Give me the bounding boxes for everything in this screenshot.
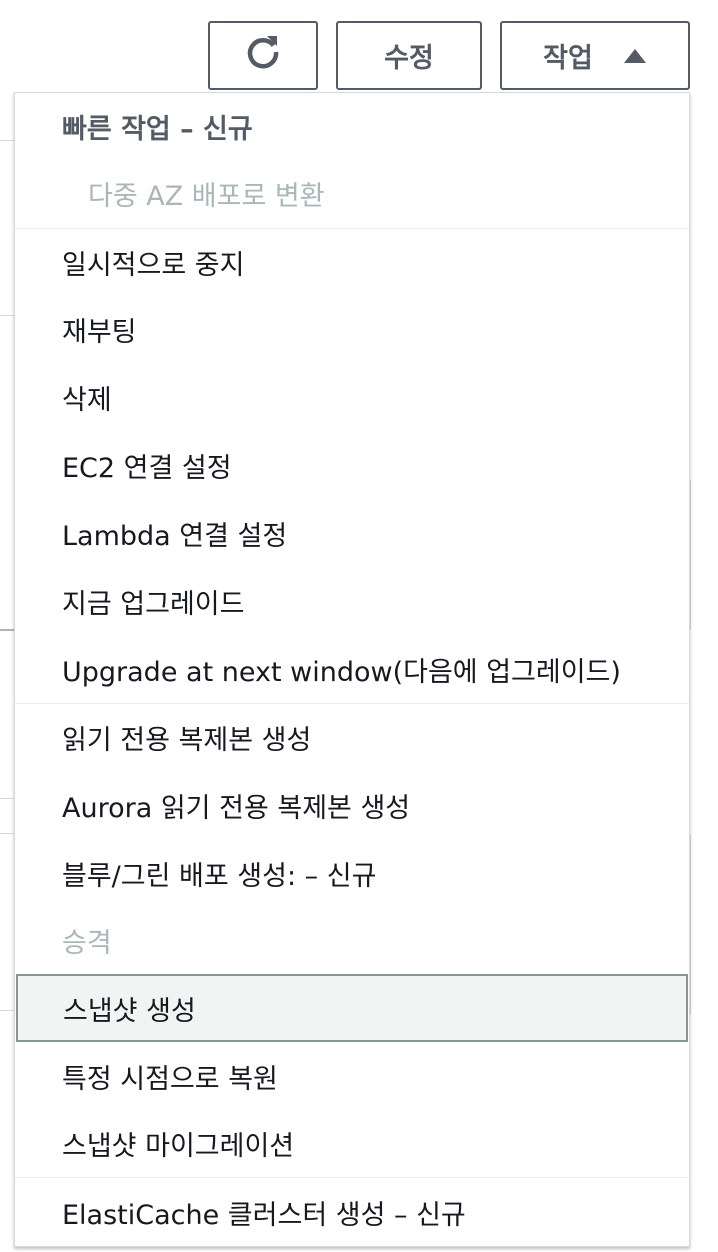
menu-item-label: 읽기 전용 복제본 생성: [62, 724, 312, 756]
menu-group-header-label: 빠른 작업 – 신규: [62, 113, 253, 145]
menu-item-migrate-snapshot[interactable]: 스냅샷 마이그레이션: [15, 1110, 689, 1176]
edit-button[interactable]: 수정: [336, 21, 482, 90]
menu-item-lambda-connection[interactable]: Lambda 연결 설정: [15, 500, 689, 566]
menu-item-promote: 승격: [15, 907, 689, 973]
refresh-icon: [243, 32, 283, 79]
menu-item-create-read-replica[interactable]: 읽기 전용 복제본 생성: [15, 704, 689, 770]
menu-item-upgrade-next-window[interactable]: Upgrade at next window(다음에 업그레이드): [15, 636, 689, 702]
menu-item-label: EC2 연결 설정: [62, 452, 232, 484]
menu-item-ec2-connection[interactable]: EC2 연결 설정: [15, 432, 689, 498]
menu-item-label: 지금 업그레이드: [62, 588, 245, 620]
menu-item-label: 삭제: [62, 384, 112, 416]
menu-item-label: 스냅샷 생성: [63, 995, 196, 1027]
menu-item-create-blue-green-deployment[interactable]: 블루/그린 배포 생성: – 신규: [15, 840, 689, 906]
refresh-button[interactable]: [208, 21, 318, 90]
menu-item-reboot[interactable]: 재부팅: [15, 296, 689, 362]
menu-item-create-snapshot[interactable]: 스냅샷 생성: [16, 974, 688, 1042]
menu-item-label: 재부팅: [62, 316, 137, 348]
menu-item-label: 다중 AZ 배포로 변환: [88, 180, 325, 212]
actions-dropdown-menu: 빠른 작업 – 신규 다중 AZ 배포로 변환 일시적으로 중지 재부팅 삭제 …: [14, 92, 690, 1247]
menu-group-header-quick-actions: 빠른 작업 – 신규: [15, 93, 689, 159]
menu-item-label: ElastiCache 클러스터 생성 – 신규: [62, 1199, 466, 1231]
background-divider: [0, 315, 14, 316]
background-panel-edge: [690, 835, 691, 1015]
background-divider: [0, 629, 14, 631]
menu-item-label: 일시적으로 중지: [62, 249, 245, 281]
menu-item-upgrade-now[interactable]: 지금 업그레이드: [15, 568, 689, 634]
background-panel-edge: [690, 480, 691, 630]
menu-item-create-elasticache-cluster[interactable]: ElastiCache 클러스터 생성 – 신규: [15, 1179, 689, 1245]
menu-item-delete[interactable]: 삭제: [15, 364, 689, 430]
edit-button-label: 수정: [384, 43, 434, 74]
actions-button-label: 작업: [543, 43, 593, 74]
menu-item-label: 특정 시점으로 복원: [62, 1063, 278, 1095]
menu-item-label: Aurora 읽기 전용 복제본 생성: [62, 792, 411, 824]
caret-up-icon: [623, 48, 647, 64]
menu-item-stop-temporarily[interactable]: 일시적으로 중지: [15, 229, 689, 295]
menu-item-label: Upgrade at next window(다음에 업그레이드): [62, 656, 621, 688]
background-divider: [0, 798, 14, 799]
background-divider: [0, 140, 14, 141]
menu-item-label: 스냅샷 마이그레이션: [62, 1130, 295, 1162]
menu-item-create-aurora-read-replica[interactable]: Aurora 읽기 전용 복제본 생성: [15, 772, 689, 838]
background-divider: [0, 1010, 14, 1011]
menu-item-label: 블루/그린 배포 생성: – 신규: [62, 860, 377, 892]
background-divider: [0, 833, 14, 834]
menu-item-label: 승격: [62, 927, 112, 959]
menu-item-convert-multi-az: 다중 AZ 배포로 변환: [15, 160, 689, 226]
menu-divider: [15, 1177, 689, 1178]
menu-item-restore-point-in-time[interactable]: 특정 시점으로 복원: [15, 1043, 689, 1109]
menu-item-label: Lambda 연결 설정: [62, 520, 288, 552]
actions-dropdown-button[interactable]: 작업: [500, 21, 690, 90]
